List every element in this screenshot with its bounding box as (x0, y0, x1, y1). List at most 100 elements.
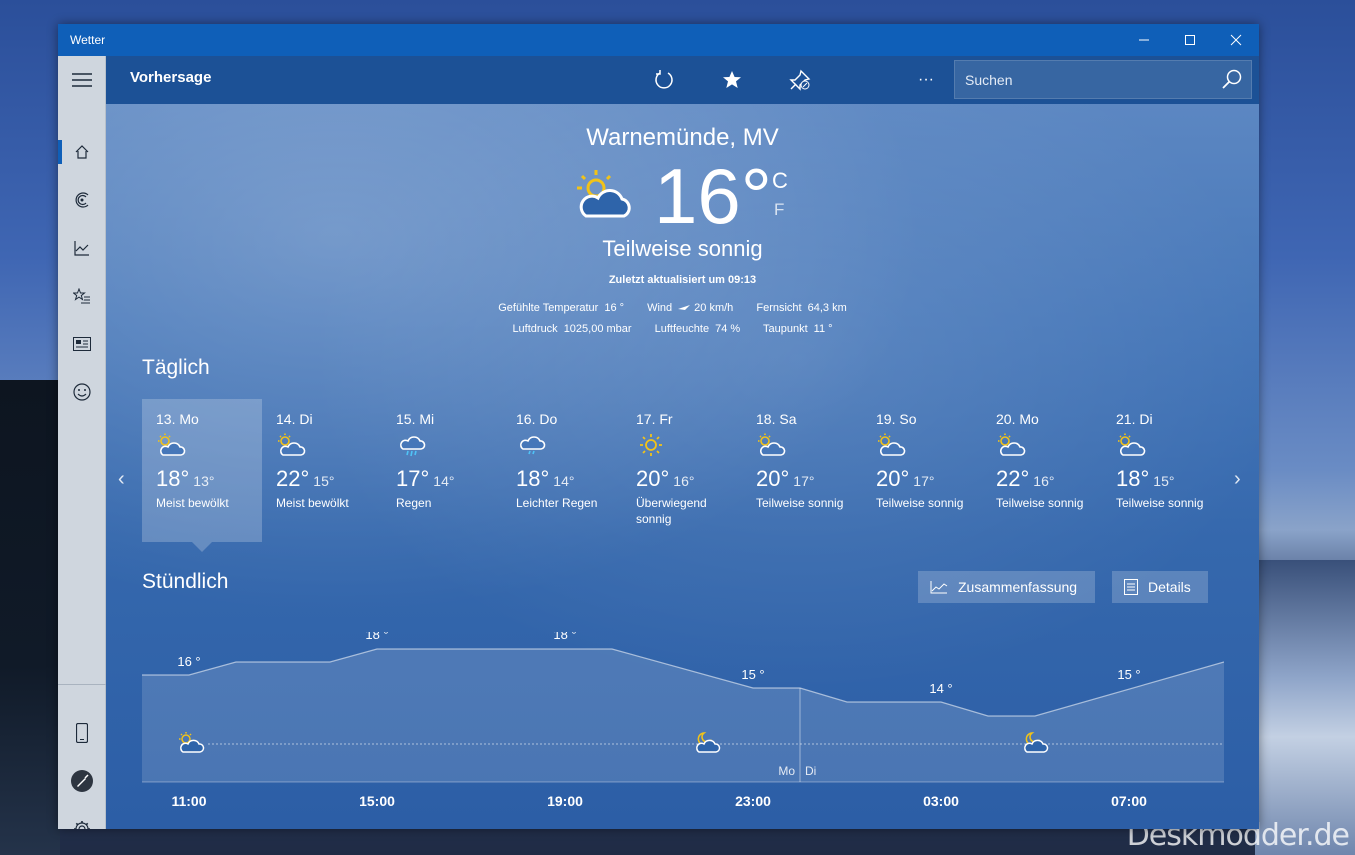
daily-tile[interactable]: 20. Mo 22° 16° Teilweise sonnig (982, 399, 1102, 542)
sidebar-item-news[interactable] (58, 324, 106, 364)
day-high: 22° (996, 466, 1030, 491)
time-label: 15:00 (359, 793, 395, 809)
daily-tile[interactable]: 16. Do 18° 14° Leichter Regen (502, 399, 622, 542)
pin-button[interactable] (783, 64, 817, 96)
summary-button[interactable]: Zusammenfassung (918, 571, 1095, 603)
refresh-icon (655, 70, 673, 89)
day-condition: Teilweise sonnig (1116, 496, 1204, 510)
day-condition: Leichter Regen (516, 496, 598, 510)
search-input[interactable] (965, 70, 1215, 90)
sidebar-item-mobile[interactable] (58, 713, 106, 753)
daily-forecast-list: 13. Mo 18° 13° Meist bewölkt 14. Di 22° 15° Mei… (142, 399, 1222, 552)
sidebar-item-feedback[interactable] (58, 372, 106, 412)
daily-tile[interactable]: 19. So 20° 17° Teilweise sonnig (862, 399, 982, 542)
hourly-temp-label: 15 ° (741, 667, 764, 682)
hourly-temp-label: 16 ° (177, 654, 200, 669)
day-high: 20° (876, 466, 910, 491)
hourly-chart: 16 ° 18 ° 18 ° 15 ° 14 ° 15 ° Mo Di 11:0… (142, 632, 1224, 809)
smiley-icon (73, 383, 91, 401)
partly-cloudy-icon (278, 433, 306, 456)
unit-fahrenheit[interactable]: F (774, 200, 784, 220)
daily-tile[interactable]: 21. Di 18° 15° Teilweise sonnig (1102, 399, 1222, 542)
stats-row-1: Gefühlte Temperatur 16 ° Wind 20 km/h Fern… (106, 302, 1259, 314)
weather-window: Wetter Vorhersage ··· Suchen Warnemünde,… (58, 24, 1259, 829)
sidebar-item-settings[interactable] (58, 809, 106, 829)
radar-icon (75, 192, 89, 208)
hamburger-menu-button[interactable] (58, 60, 106, 100)
daily-prev-button[interactable]: ‹ (118, 468, 125, 491)
day-name: 17. Fr (636, 411, 673, 427)
partly-cloudy-icon (1118, 433, 1146, 456)
stat-label: Luftfeuchte (654, 323, 710, 335)
day-label-mo: Mo (778, 764, 795, 778)
hourly-temp-label: 15 ° (1117, 667, 1140, 682)
sidebar-item-historical[interactable] (58, 228, 106, 268)
star-icon (723, 71, 741, 88)
daily-tile[interactable]: 17. Fr 20° 16° Überwiegend sonnig (622, 399, 742, 542)
sidebar-item-personalize[interactable] (58, 761, 106, 801)
daily-next-button[interactable]: › (1234, 468, 1241, 491)
minimize-icon (1139, 39, 1149, 41)
window-controls (1121, 24, 1259, 56)
page-title: Vorhersage (130, 69, 212, 86)
dark-mode-button[interactable] (851, 64, 885, 96)
stat-value: 1025,00 mbar (563, 323, 632, 335)
day-name: 14. Di (276, 411, 313, 427)
window-title: Wetter (70, 33, 106, 47)
day-condition: Teilweise sonnig (756, 496, 844, 510)
hourly-temp-label: 18 ° (553, 632, 576, 642)
details-button[interactable]: Details (1112, 571, 1208, 603)
details-button-label: Details (1148, 579, 1191, 595)
more-button[interactable]: ··· (909, 64, 943, 96)
daily-tile[interactable]: 15. Mi 17° 14° Regen (382, 399, 502, 542)
day-name: 16. Do (516, 411, 558, 427)
current-temperature: 16° (654, 152, 772, 240)
day-name: 20. Mo (996, 411, 1039, 427)
unit-celsius[interactable]: C (772, 168, 788, 194)
day-label-di: Di (805, 764, 816, 778)
sidebar-item-favorites[interactable] (58, 276, 106, 316)
hamburger-icon (72, 73, 92, 87)
refresh-button[interactable] (647, 64, 681, 96)
day-low: 16° (673, 473, 695, 489)
day-low: 13° (193, 473, 215, 489)
title-bar: Wetter (58, 24, 1259, 56)
sidebar-divider (58, 684, 106, 685)
phone-icon (76, 723, 88, 743)
desktop-lake (1255, 560, 1355, 855)
partly-cloudy-icon (878, 433, 906, 456)
daily-title: Täglich (142, 356, 210, 379)
stat-label: Wind (647, 302, 673, 314)
day-high: 20° (756, 466, 790, 491)
stats-row-2: Luftdruck 1025,00 mbar Luftfeuchte 74 % Ta… (106, 323, 1259, 335)
sidebar-item-maps[interactable] (58, 180, 106, 220)
summary-button-label: Zusammenfassung (958, 579, 1078, 595)
stat-label: Gefühlte Temperatur (498, 302, 599, 314)
brush-icon (71, 770, 93, 792)
chart-line-icon (930, 581, 948, 594)
day-condition: Teilweise sonnig (876, 496, 964, 510)
day-high: 20° (636, 466, 670, 491)
star-list-icon (73, 288, 90, 304)
sidebar-item-forecast[interactable] (58, 132, 106, 172)
time-label: 23:00 (735, 793, 771, 809)
partly-cloudy-icon (998, 433, 1026, 456)
search-box[interactable] (954, 60, 1252, 99)
day-low: 17° (793, 473, 815, 489)
daily-tile[interactable]: 18. Sa 20° 17° Teilweise sonnig (742, 399, 862, 542)
daily-tile[interactable]: 14. Di 22° 15° Meist bewölkt (262, 399, 382, 542)
close-button[interactable] (1213, 24, 1259, 56)
day-high: 17° (396, 466, 430, 491)
maximize-button[interactable] (1167, 24, 1213, 56)
day-low: 14° (433, 473, 455, 489)
partly-sunny-icon (577, 170, 631, 218)
day-low: 17° (913, 473, 935, 489)
day-name: 13. Mo (156, 411, 199, 427)
daily-tile[interactable]: 13. Mo 18° 13° Meist bewölkt (142, 399, 262, 552)
minimize-button[interactable] (1121, 24, 1167, 56)
day-low: 14° (553, 473, 575, 489)
favorite-button[interactable] (715, 64, 749, 96)
location-name: Warnemünde, MV (586, 124, 779, 151)
pin-icon (789, 69, 811, 91)
stat-label: Taupunkt (763, 323, 808, 335)
